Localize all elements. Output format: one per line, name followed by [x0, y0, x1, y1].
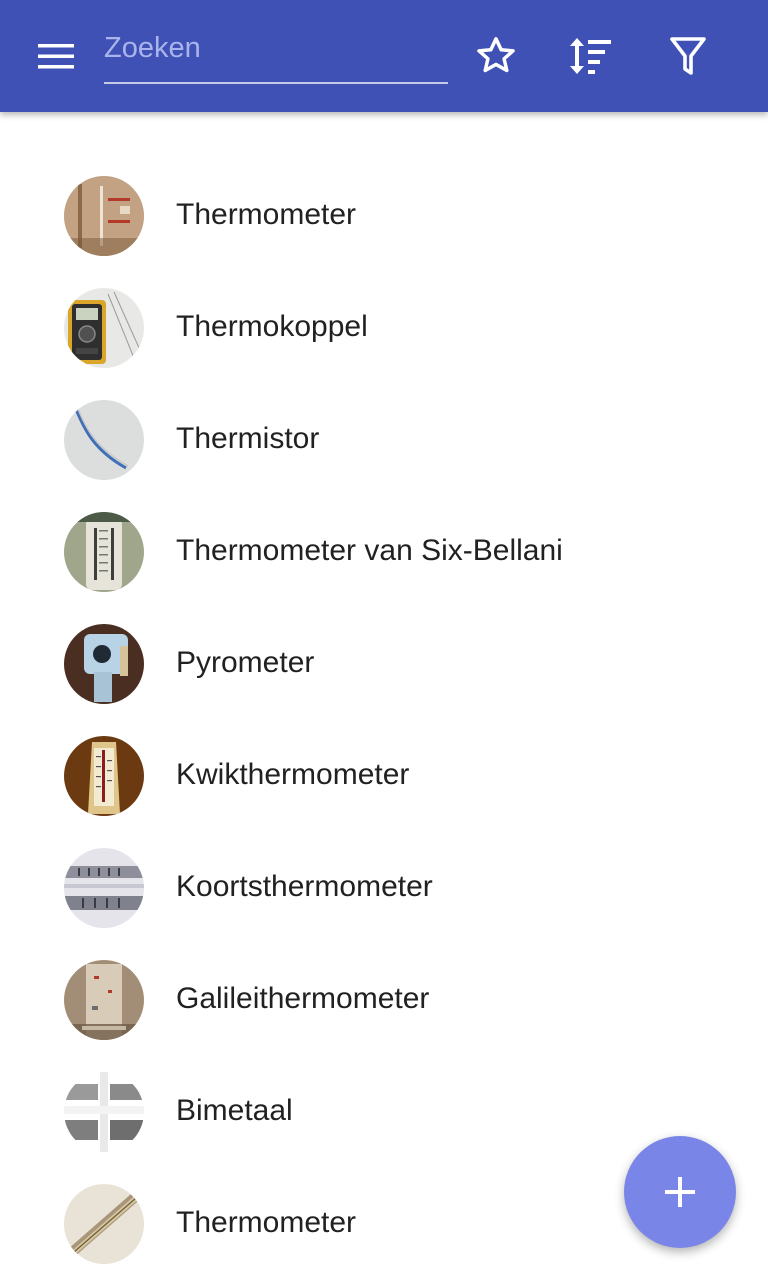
list-item-label: Koortsthermometer: [176, 870, 433, 903]
thermometer-thumbnail: [64, 176, 144, 256]
list-item-label: Pyrometer: [176, 646, 315, 679]
sort-button[interactable]: [563, 28, 619, 84]
sort-icon: [570, 38, 611, 74]
thermometer-thumbnail: [64, 1184, 144, 1264]
search-input[interactable]: [104, 26, 448, 70]
list-item-label: Thermometer: [176, 198, 357, 231]
filter-button[interactable]: [660, 28, 716, 84]
star-outline-icon: [477, 37, 515, 73]
galileithermometer-thumbnail: [64, 960, 144, 1040]
list-item[interactable]: Thermometer: [0, 160, 768, 272]
thermokoppel-thumbnail: [64, 288, 144, 368]
pyrometer-thumbnail: [64, 624, 144, 704]
list-item-label: Thermistor: [176, 422, 320, 455]
six-bellani-thumbnail: [64, 512, 144, 592]
menu-icon: [38, 44, 74, 69]
list-item-label: Galileithermometer: [176, 982, 430, 1015]
bimetaal-thumbnail: [64, 1072, 144, 1152]
list-item[interactable]: Kwikthermometer: [0, 720, 768, 832]
list-item-label: Thermometer van Six-Bellani: [176, 534, 563, 567]
add-button[interactable]: [624, 1136, 736, 1248]
kwikthermometer-thumbnail: [64, 736, 144, 816]
filter-icon: [670, 37, 706, 75]
favorites-button[interactable]: [468, 28, 524, 84]
koortsthermometer-thumbnail: [64, 848, 144, 928]
list-item[interactable]: Koortsthermometer: [0, 832, 768, 944]
search-field: [104, 26, 448, 84]
thermistor-thumbnail: [64, 400, 144, 480]
instrument-list: Thermometer Thermokoppel Thermistor Ther…: [0, 160, 768, 1280]
list-item-label: Thermokoppel: [176, 310, 368, 343]
list-item[interactable]: Pyrometer: [0, 608, 768, 720]
plus-icon: [665, 1177, 695, 1207]
app-bar: [0, 0, 768, 112]
list-item[interactable]: Thermistor: [0, 384, 768, 496]
list-item-label: Thermometer: [176, 1206, 357, 1239]
list-item-label: Kwikthermometer: [176, 758, 410, 791]
list-item[interactable]: Galileithermometer: [0, 944, 768, 1056]
list-item-label: Bimetaal: [176, 1094, 293, 1127]
list-item[interactable]: Thermokoppel: [0, 272, 768, 384]
menu-button[interactable]: [28, 30, 84, 82]
list-item[interactable]: Thermometer van Six-Bellani: [0, 496, 768, 608]
